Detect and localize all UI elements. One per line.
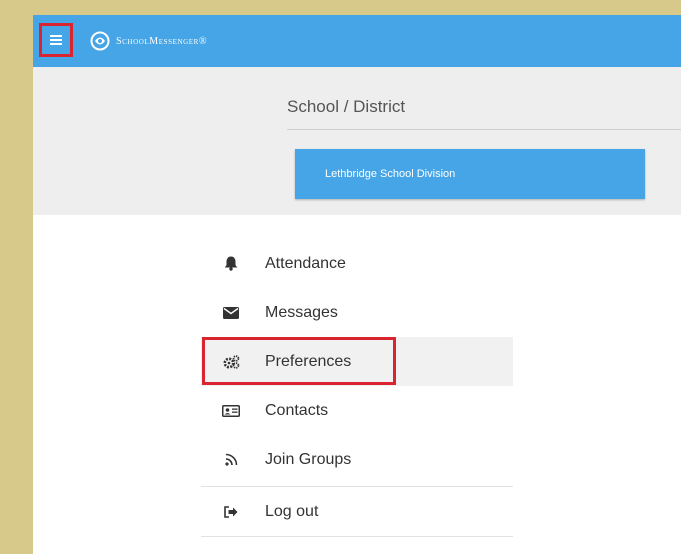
nav-item-attendance[interactable]: Attendance	[201, 239, 513, 288]
schoolmessenger-logo-icon	[90, 31, 110, 51]
nav-label-messages: Messages	[265, 303, 338, 321]
bell-icon	[221, 256, 241, 271]
menu-button[interactable]	[39, 23, 73, 57]
school-district-value: Lethbridge School Division	[325, 168, 456, 180]
top-bar: SchoolMessenger®	[33, 15, 681, 67]
nav-item-log-out[interactable]: Log out	[201, 487, 513, 536]
app-frame: SchoolMessenger® School / District Lethb…	[33, 15, 681, 554]
school-district-button[interactable]: Lethbridge School Division	[295, 149, 645, 199]
envelope-icon	[221, 306, 241, 319]
nav-label-attendance: Attendance	[265, 254, 346, 272]
brand[interactable]: SchoolMessenger®	[90, 28, 207, 54]
nav-label-log-out: Log out	[265, 502, 319, 520]
nav-menu: Attendance Messages Preferences Contacts…	[201, 239, 513, 537]
id-card-icon	[221, 404, 241, 417]
nav-item-messages[interactable]: Messages	[201, 288, 513, 337]
hamburger-icon	[50, 35, 62, 45]
school-divider	[287, 129, 681, 130]
nav-label-preferences: Preferences	[265, 352, 352, 370]
school-district-panel: School / District Lethbridge School Divi…	[33, 67, 681, 215]
brand-name: SchoolMessenger®	[116, 35, 208, 47]
nav-item-contacts[interactable]: Contacts	[201, 386, 513, 435]
school-district-label: School / District	[287, 97, 406, 116]
sign-out-icon	[221, 505, 241, 518]
nav-label-join-groups: Join Groups	[265, 450, 352, 468]
nav-item-join-groups[interactable]: Join Groups	[201, 435, 513, 484]
nav-item-preferences[interactable]: Preferences	[201, 337, 513, 386]
nav-label-contacts: Contacts	[265, 401, 329, 419]
gears-icon	[221, 354, 241, 369]
nav-separator-bottom	[201, 536, 513, 537]
rss-icon	[221, 453, 241, 466]
